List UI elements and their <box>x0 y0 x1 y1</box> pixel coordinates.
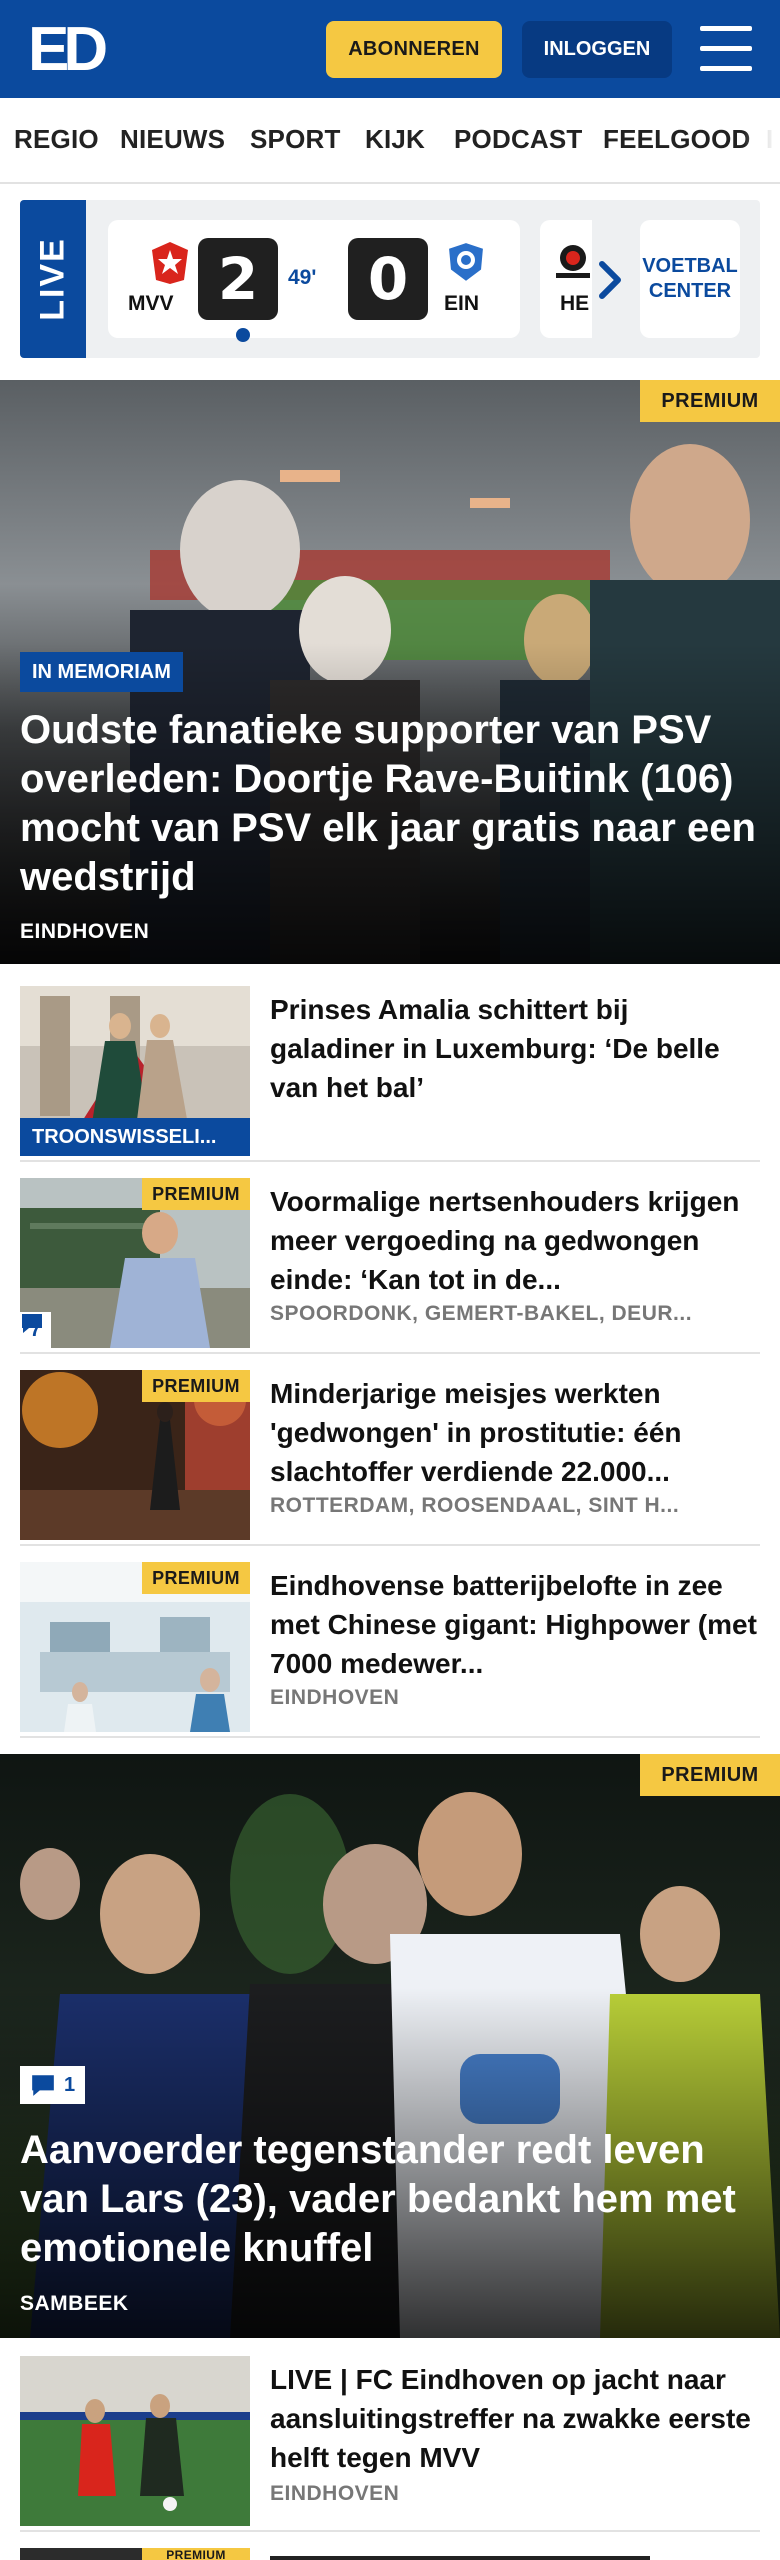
article-location: EINDHOVEN <box>270 2482 400 2505</box>
article-title-partial[interactable] <box>270 2550 650 2560</box>
thumbnail-kicker: TROONSWISSELI... <box>20 1118 250 1156</box>
article-row[interactable]: LIVE | FC Eindhoven op jacht naar aanslu… <box>20 2356 760 2532</box>
nav-item-sport[interactable]: SPORT <box>250 124 341 155</box>
premium-badge: PREMIUM <box>142 2548 250 2560</box>
premium-badge: PREMIUM <box>142 1178 250 1210</box>
login-button[interactable]: INLOGGEN <box>522 21 672 78</box>
nav-item-nieuws[interactable]: NIEUWS <box>120 124 225 155</box>
comment-icon <box>32 2075 54 2096</box>
match-minute: 49' <box>288 266 317 289</box>
comment-count[interactable]: 1 <box>20 2066 86 2104</box>
article-thumbnail: PREMIUM 7 <box>20 1178 250 1348</box>
helmond-logo-icon <box>556 245 590 278</box>
live-indicator-dot <box>236 328 250 342</box>
thumbnail-image <box>20 2356 250 2526</box>
article-thumbnail: PREMIUM <box>20 1370 250 1540</box>
away-team-code: EIN <box>444 292 480 315</box>
mvv-logo-icon <box>152 242 188 284</box>
comment-icon <box>22 1314 42 1333</box>
hero-article[interactable]: PREMIUM 1 Aanvoerder tegenstander redt l… <box>0 1754 780 2338</box>
article-title[interactable]: Prinses Amalia schittert bij galadiner i… <box>270 990 760 1107</box>
premium-badge: PREMIUM <box>142 1562 250 1594</box>
hero-location: SAMBEEK <box>20 2292 129 2315</box>
live-tag: LIVE <box>20 200 86 358</box>
article-location: EINDHOVEN <box>270 1686 400 1709</box>
nav-item-kijk[interactable]: KIJK <box>365 124 425 155</box>
article-title[interactable]: Eindhovense batterijbelofte in zee met C… <box>270 1566 760 1683</box>
hero-location: EINDHOVEN <box>20 920 150 943</box>
chevron-right-icon[interactable] <box>590 252 630 308</box>
away-score: 0 <box>348 238 428 320</box>
nav-item-feelgood[interactable]: FEELGOOD <box>603 124 751 155</box>
site-header: ED ABONNEREN INLOGGEN <box>0 0 780 98</box>
hero-article[interactable]: PREMIUM IN MEMORIAM Oudste fanatieke sup… <box>0 380 780 964</box>
nav-fade <box>744 98 780 182</box>
section-nav: REGIO NIEUWS SPORT KIJK PODCAST FEELGOOD… <box>0 98 780 184</box>
svg-text:ED: ED <box>28 18 106 78</box>
subscribe-button[interactable]: ABONNEREN <box>326 21 502 78</box>
article-location: SPOORDONK, GEMERT-BAKEL, DEUR... <box>270 1302 693 1325</box>
hero-title[interactable]: Oudste fanatieke supporter van PSV overl… <box>20 706 760 902</box>
live-score-bar: LIVE MVV 2 49' 0 EIN HE VOETBAL CENTER <box>20 200 760 358</box>
home-team-code: MVV <box>128 292 174 315</box>
nav-item-regio[interactable]: REGIO <box>14 124 99 155</box>
article-thumbnail: PREMIUM <box>20 1562 250 1732</box>
article-title[interactable]: LIVE | FC Eindhoven op jacht naar aanslu… <box>270 2360 760 2477</box>
hero-title[interactable]: Aanvoerder tegenstander redt leven van L… <box>20 2126 760 2273</box>
article-row[interactable]: TROONSWISSELI... Prinses Amalia schitter… <box>20 986 760 1162</box>
article-thumbnail: TROONSWISSELI... <box>20 986 250 1156</box>
article-row[interactable]: PREMIUM Eindhovense batterijbelofte in z… <box>20 1562 760 1738</box>
next-team-code: HE <box>560 292 590 315</box>
article-title[interactable]: Minderjarige meisjes werkten 'gedwongen'… <box>270 1374 760 1491</box>
article-thumbnail-partial[interactable]: PREMIUM <box>20 2548 250 2560</box>
fc-eindhoven-logo-icon <box>446 240 486 284</box>
article-location: ROTTERDAM, ROOSENDAAL, SINT H... <box>270 1494 680 1517</box>
article-kicker: IN MEMORIAM <box>20 652 183 692</box>
article-row[interactable]: PREMIUM Minderjarige meisjes werkten 'ge… <box>20 1370 760 1546</box>
voetbal-center-button[interactable]: VOETBAL CENTER <box>640 220 740 338</box>
premium-badge: PREMIUM <box>640 1754 780 1796</box>
article-thumbnail <box>20 2356 250 2526</box>
hamburger-menu-icon[interactable] <box>700 26 752 72</box>
next-match-card[interactable]: HE <box>540 220 592 338</box>
home-score: 2 <box>198 238 278 320</box>
premium-badge: PREMIUM <box>142 1370 250 1402</box>
live-match-card[interactable]: MVV 2 49' 0 EIN <box>108 220 520 342</box>
comment-count[interactable]: 7 <box>20 1312 52 1348</box>
premium-badge: PREMIUM <box>640 380 780 422</box>
nav-item-podcast[interactable]: PODCAST <box>454 124 583 155</box>
ed-logo[interactable]: ED <box>28 18 116 78</box>
article-title[interactable]: Voormalige nertsenhouders krijgen meer v… <box>270 1182 760 1299</box>
article-row[interactable]: PREMIUM 7 Voormalige nertsenhouders krij… <box>20 1178 760 1354</box>
